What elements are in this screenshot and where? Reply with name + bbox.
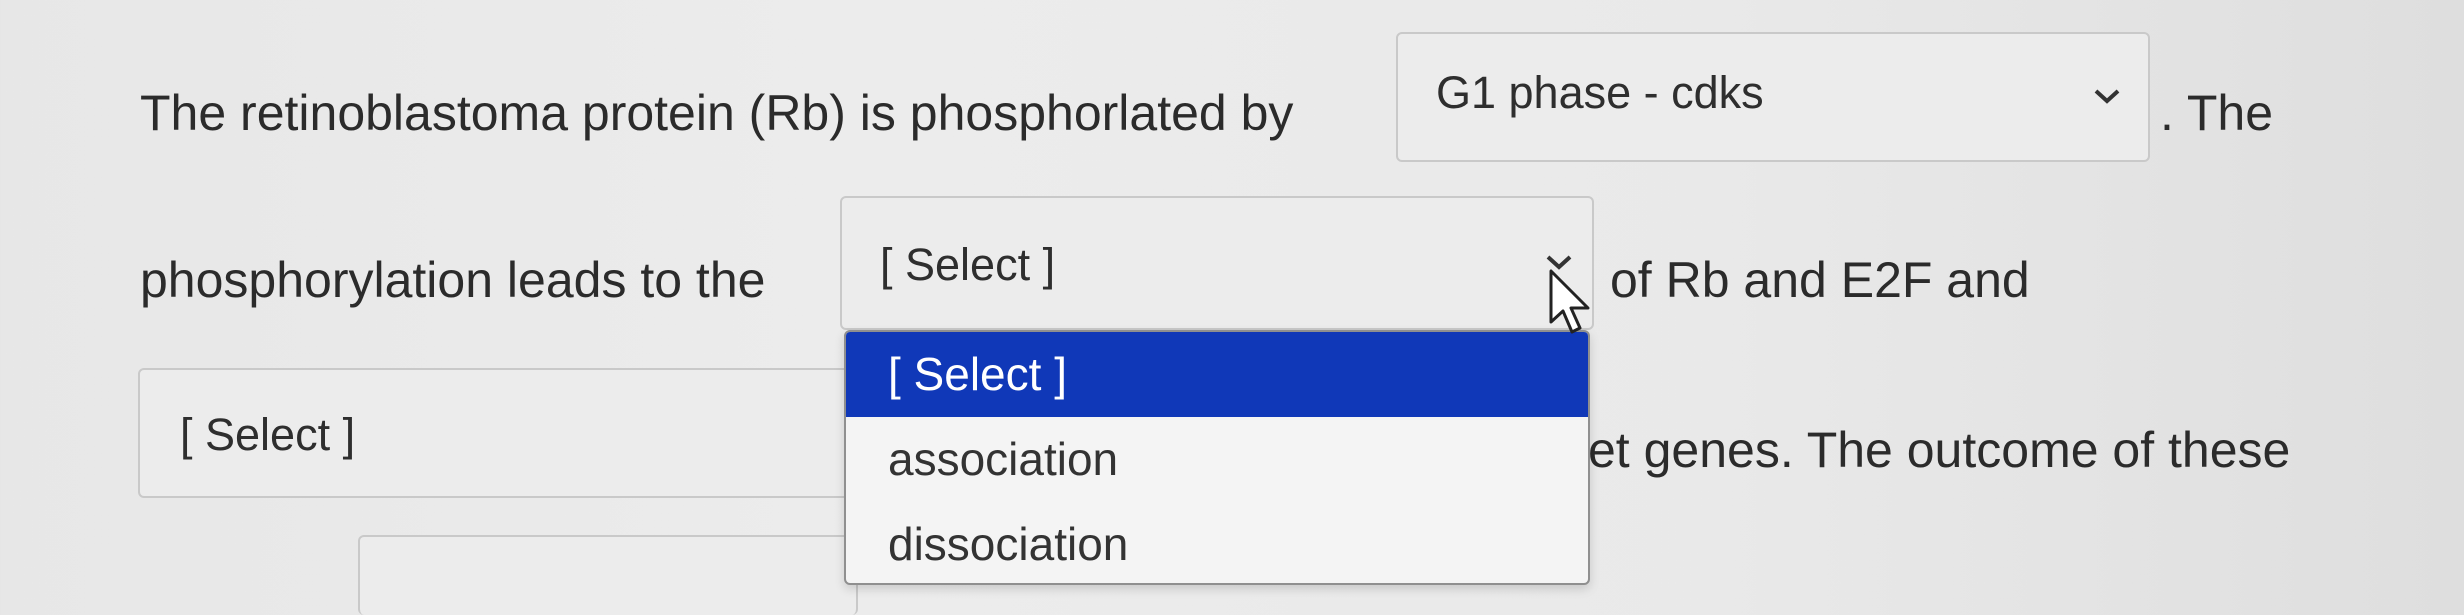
chevron-down-icon — [2094, 89, 2120, 104]
dropdown-option[interactable]: [ Select ] — [846, 332, 1588, 417]
dropdown-menu: [ Select ] association dissociation — [844, 330, 1590, 585]
question-text-line2-prefix: phosphorylation leads to the — [140, 252, 766, 308]
question-text-line1-prefix: The retinoblastoma protein (Rb) is phosp… — [140, 85, 1294, 141]
question-text-line3-suffix: et genes. The outcome of these — [1588, 422, 2291, 478]
dropdown-option[interactable]: association — [846, 417, 1588, 502]
dropdown-third[interactable]: [ Select ] — [138, 368, 858, 498]
dropdown-phosphorylated-by[interactable]: G1 phase - cdks — [1396, 32, 2150, 162]
dropdown-value: [ Select ] — [180, 409, 356, 460]
question-text-line1-suffix: . The — [2160, 85, 2274, 141]
dropdown-value: G1 phase - cdks — [1436, 67, 1764, 118]
dropdown-fourth[interactable] — [358, 535, 858, 615]
dropdown-leads-to[interactable]: [ Select ] — [840, 196, 1594, 330]
dropdown-value: [ Select ] — [880, 239, 1056, 290]
question-text-line2-suffix: of Rb and E2F and — [1610, 252, 2030, 308]
mouse-pointer-icon — [1549, 269, 1590, 334]
dropdown-option[interactable]: dissociation — [846, 502, 1588, 583]
